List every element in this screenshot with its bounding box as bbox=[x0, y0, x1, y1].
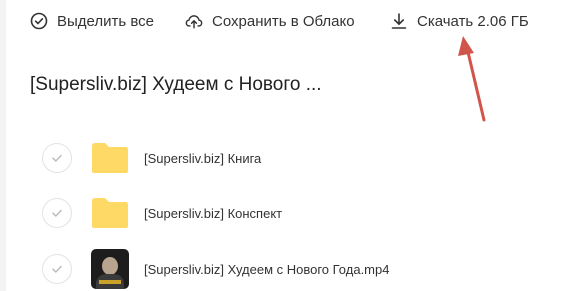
video-preview-image bbox=[91, 249, 129, 289]
select-checkbox[interactable] bbox=[42, 143, 72, 173]
check-icon bbox=[52, 265, 62, 273]
page: Выделить все Сохранить в Облако Скачать … bbox=[0, 0, 586, 291]
file-name[interactable]: [Supersliv.biz] Конспект bbox=[144, 206, 282, 221]
select-checkbox[interactable] bbox=[42, 254, 72, 284]
cloud-upload-icon bbox=[185, 12, 203, 30]
select-all-label: Выделить все bbox=[57, 12, 155, 30]
file-name[interactable]: [Supersliv.biz] Худеем с Нового Года.mp4 bbox=[144, 262, 389, 277]
download-button[interactable]: Скачать 2.06 ГБ bbox=[390, 10, 529, 32]
folder-icon bbox=[90, 138, 130, 178]
check-circle-icon bbox=[30, 12, 48, 30]
check-icon bbox=[52, 209, 62, 217]
file-name[interactable]: [Supersliv.biz] Книга bbox=[144, 151, 261, 166]
folder-icon bbox=[90, 193, 130, 233]
select-all-button[interactable]: Выделить все bbox=[30, 10, 154, 32]
save-to-cloud-button[interactable]: Сохранить в Облако bbox=[185, 10, 355, 32]
download-icon bbox=[390, 12, 408, 30]
folder-title: [Supersliv.biz] Худеем с Нового ... bbox=[30, 74, 322, 95]
select-checkbox[interactable] bbox=[42, 198, 72, 228]
list-item[interactable]: [Supersliv.biz] Книга bbox=[42, 141, 261, 175]
list-item[interactable]: [Supersliv.biz] Конспект bbox=[42, 196, 282, 230]
video-thumbnail bbox=[90, 249, 130, 289]
list-item[interactable]: [Supersliv.biz] Худеем с Нового Года.mp4 bbox=[42, 249, 389, 289]
left-edge-divider bbox=[0, 0, 6, 291]
person-head-shape bbox=[102, 257, 118, 275]
save-to-cloud-label: Сохранить в Облако bbox=[212, 12, 355, 30]
download-label: Скачать 2.06 ГБ bbox=[417, 12, 529, 30]
caption-bar bbox=[99, 280, 121, 284]
check-icon bbox=[52, 154, 62, 162]
